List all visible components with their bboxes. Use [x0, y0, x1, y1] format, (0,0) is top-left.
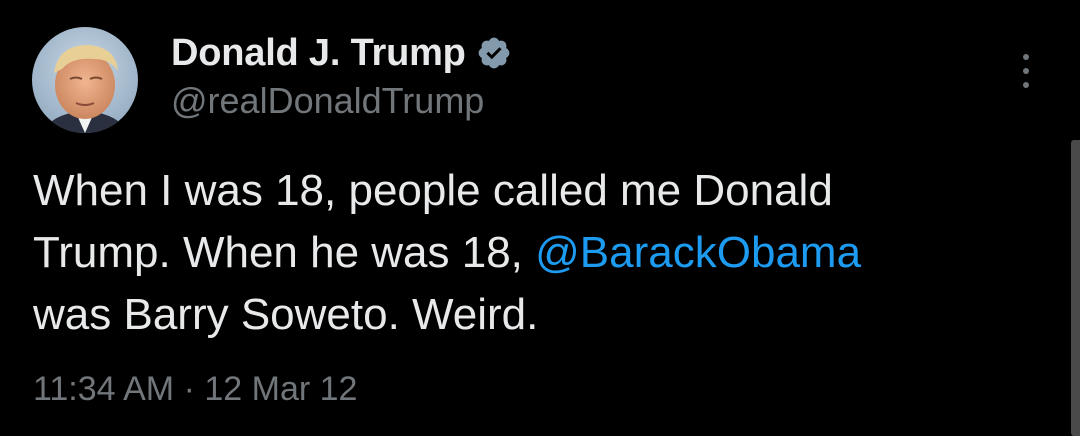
- author-name-row: Donald J. Trump: [171, 30, 512, 76]
- tweet-date: 12 Mar 12: [204, 370, 358, 408]
- author-handle[interactable]: @realDonaldTrump: [171, 80, 484, 122]
- profile-photo-icon: [32, 27, 138, 133]
- timestamp-separator: ·: [174, 370, 205, 408]
- mention-link[interactable]: @BarackObama: [535, 228, 861, 277]
- more-vertical-icon-dot: [1023, 68, 1029, 74]
- tweet-text-line-3: was Barry Soweto. Weird.: [33, 290, 539, 339]
- tweet-text: When I was 18, people called me Donald T…: [33, 160, 1033, 346]
- scrollbar[interactable]: [1071, 140, 1080, 436]
- more-vertical-icon: [1023, 54, 1029, 60]
- more-options-button[interactable]: [1012, 50, 1040, 92]
- tweet-timestamp[interactable]: 11:34 AM · 12 Mar 12: [33, 370, 357, 409]
- tweet-time: 11:34 AM: [33, 370, 175, 408]
- verified-badge-icon[interactable]: [476, 35, 512, 71]
- more-vertical-icon-dot: [1023, 82, 1029, 88]
- tweet-card: Donald J. Trump @realDonaldTrump When I …: [0, 0, 1080, 436]
- tweet-text-line-2: Trump. When he was 18, @BarackObama: [33, 222, 1033, 284]
- tweet-text-line-1: When I was 18, people called me Donald: [33, 166, 833, 215]
- avatar[interactable]: [32, 27, 138, 133]
- display-name[interactable]: Donald J. Trump: [171, 32, 466, 75]
- tweet-text-segment: Trump. When he was 18,: [33, 228, 536, 277]
